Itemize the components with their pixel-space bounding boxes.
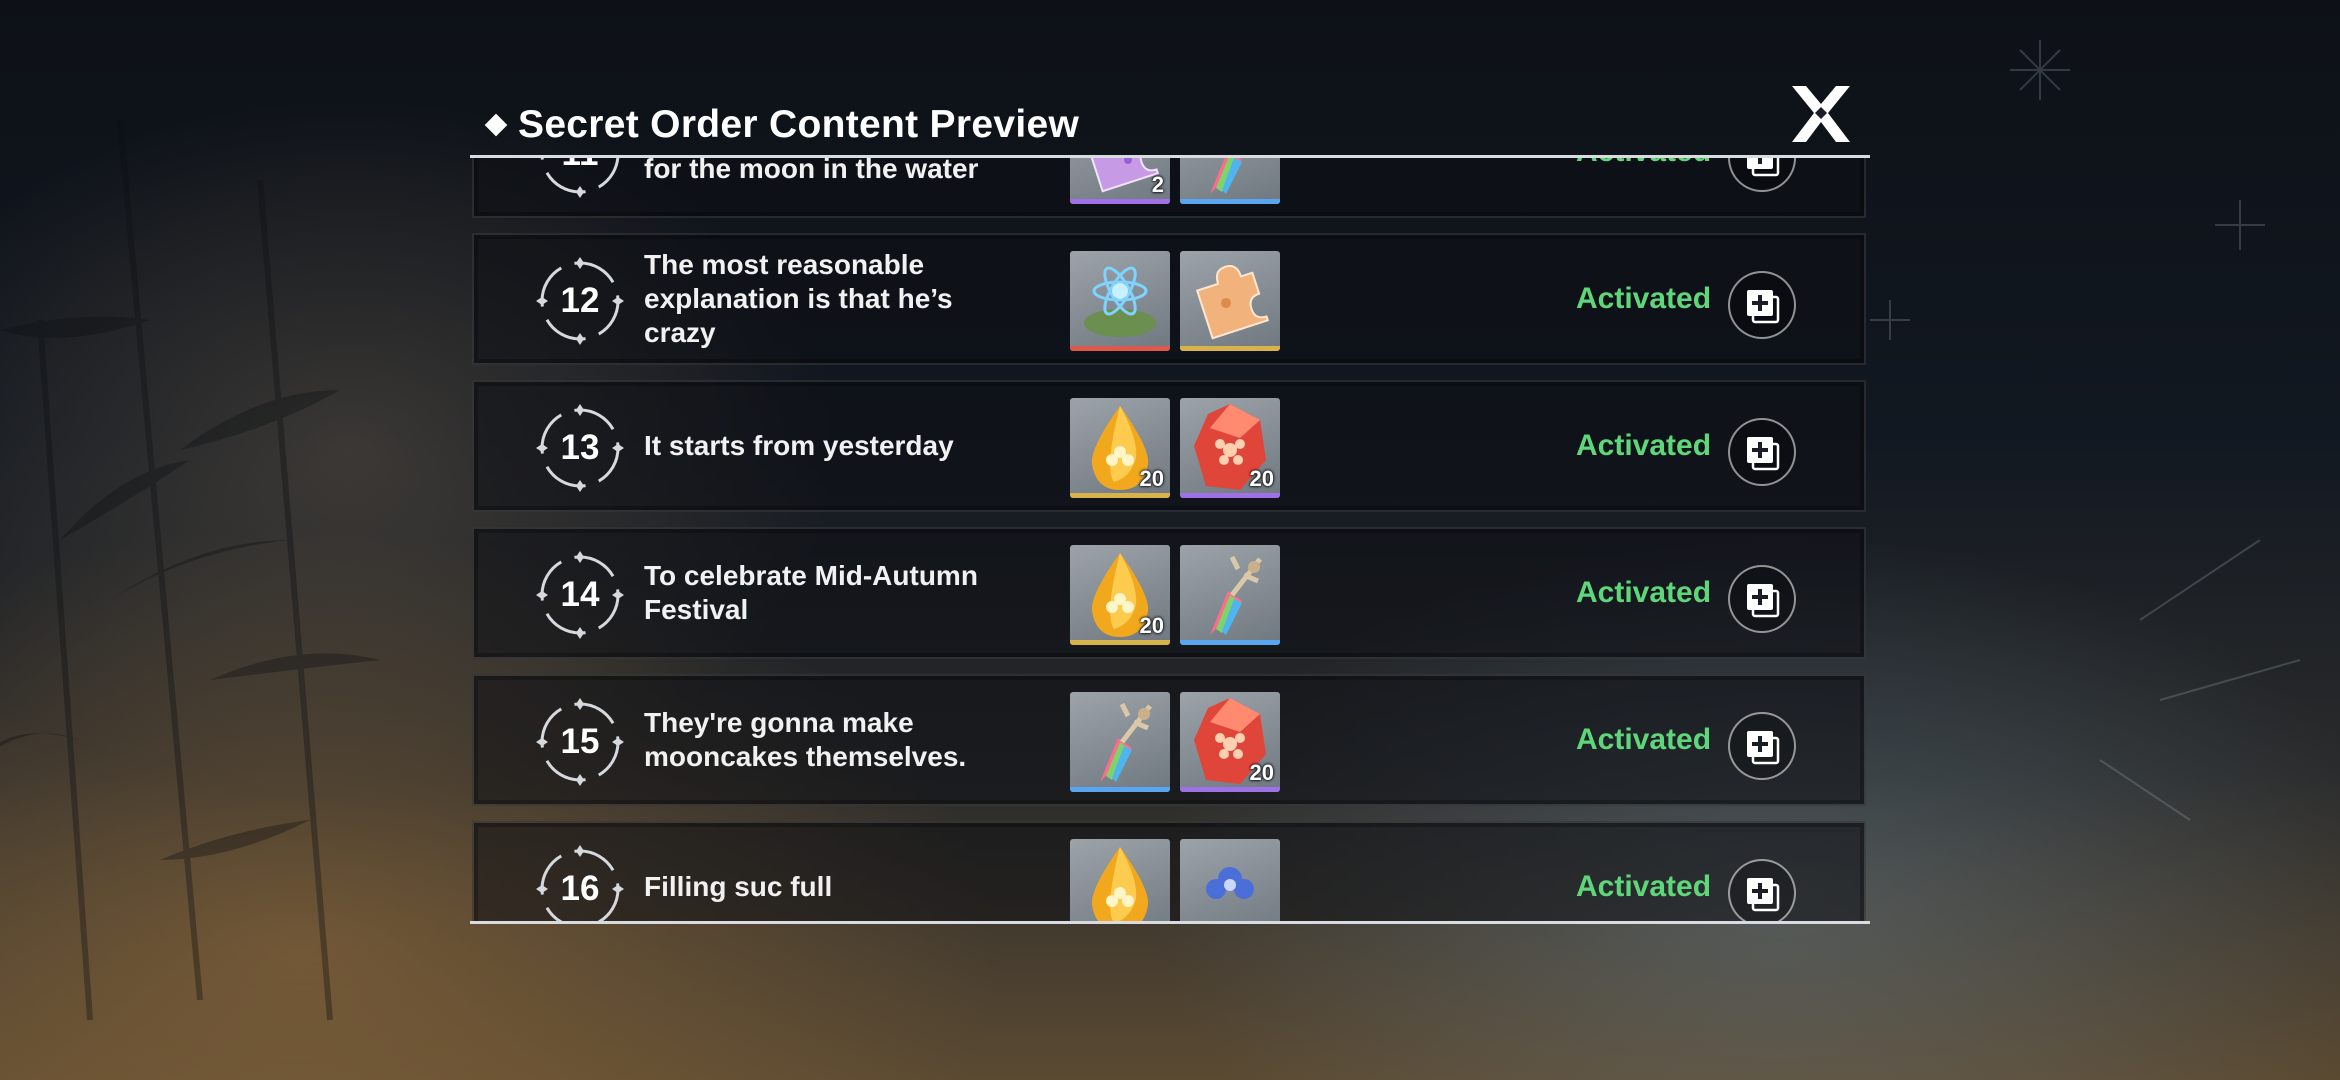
reward-item[interactable] <box>1180 158 1280 204</box>
reward-item[interactable] <box>1180 545 1280 645</box>
add-button[interactable] <box>1728 565 1796 633</box>
order-title: Filling suc full <box>644 823 1034 921</box>
add-stack-icon <box>1747 584 1780 618</box>
add-button[interactable] <box>1728 712 1796 780</box>
reward-item[interactable] <box>1180 251 1280 351</box>
close-button[interactable] <box>1786 80 1856 150</box>
diamond-bullet-icon <box>484 113 508 137</box>
secret-order-panel: Secret Order Content Preview 11 Watch the… <box>470 80 1870 930</box>
add-stack-icon <box>1747 878 1780 912</box>
add-button[interactable] <box>1728 158 1796 192</box>
order-row-12: 12 The most reasonable explanation is that… <box>472 233 1866 365</box>
reward-count: 2 <box>1151 172 1164 197</box>
order-row-14: 14 To celebrate Mid-Autumn Festival 20 Activ… <box>472 527 1866 659</box>
order-row-16: 16 Filling suc full Activated <box>472 821 1866 921</box>
add-stack-icon <box>1747 158 1780 177</box>
order-number-badge: 13 <box>534 402 626 494</box>
blue-flower-icon <box>1206 867 1254 899</box>
add-button[interactable] <box>1728 271 1796 339</box>
order-title-line: To celebrate Mid-Autumn <box>644 560 978 591</box>
rarity-bar <box>1070 787 1170 792</box>
reward-count: 20 <box>1249 466 1274 491</box>
order-title-line: Filling suc full <box>644 871 833 902</box>
order-number-badge: 15 <box>534 696 626 788</box>
order-list[interactable]: 11 Watch the person fishingfor the moon i… <box>470 158 1870 921</box>
rarity-bar <box>1180 199 1280 204</box>
order-title-line: Festival <box>644 594 749 625</box>
order-row-11: 11 Watch the person fishingfor the moon i… <box>472 158 1866 218</box>
order-number-badge: 12 <box>534 255 626 347</box>
status-label: Activated <box>1576 158 1711 216</box>
rainbow-crystal-sword-icon <box>1210 158 1242 194</box>
status-label: Activated <box>1576 282 1712 315</box>
order-number: 12 <box>560 281 600 320</box>
rarity-bar <box>1180 787 1280 792</box>
order-number-badge: 16 <box>534 843 626 921</box>
rarity-bar <box>1070 640 1170 645</box>
status-label: Activated <box>1576 429 1712 462</box>
order-title-line: for the moon in the water <box>644 158 979 184</box>
status-label: Activated <box>1576 870 1712 903</box>
reward-item[interactable] <box>1180 839 1280 921</box>
rarity-bar <box>1180 346 1280 351</box>
order-number: 14 <box>560 575 600 614</box>
reward-item[interactable] <box>1070 839 1170 921</box>
reward-item[interactable] <box>1070 692 1170 792</box>
rarity-bar <box>1180 493 1280 498</box>
rarity-bar <box>1070 199 1170 204</box>
order-number: 15 <box>560 722 600 761</box>
order-number-badge: 11 <box>534 158 626 200</box>
order-title: They're gonna make mooncakes themselves. <box>644 676 1034 804</box>
footer-divider <box>470 921 1870 924</box>
reward-item[interactable]: 20 <box>1180 398 1280 498</box>
reward-item[interactable] <box>1070 251 1170 351</box>
order-number: 11 <box>534 158 626 200</box>
order-title: To celebrate Mid-Autumn Festival <box>644 529 1034 657</box>
reward-item[interactable]: 20 <box>1070 545 1170 645</box>
order-title-line: It starts from yesterday <box>644 430 954 461</box>
reward-item[interactable]: 20 <box>1070 398 1170 498</box>
reward-item[interactable]: 2 <box>1070 158 1170 204</box>
rarity-bar <box>1070 346 1170 351</box>
add-stack-icon <box>1747 437 1780 471</box>
rainbow-crystal-sword-icon <box>1100 702 1152 782</box>
x-close-icon <box>1792 86 1850 142</box>
rarity-bar <box>1070 493 1170 498</box>
order-title: The most reasonable explanation is that h… <box>644 235 1034 363</box>
rarity-bar <box>1180 640 1280 645</box>
order-row-13: 13 It starts from yesterday 20 20 Activated <box>472 380 1866 512</box>
add-stack-icon <box>1747 290 1780 324</box>
order-title: It starts from yesterday <box>644 382 1034 510</box>
rainbow-crystal-sword-icon <box>1210 555 1262 635</box>
gold-drop-icon <box>1091 847 1149 921</box>
order-number: 16 <box>560 869 600 908</box>
order-title-line: They're gonna make <box>644 707 914 738</box>
status-label: Activated <box>1576 576 1712 609</box>
atom-wreath-icon <box>1084 266 1156 337</box>
order-title-line: explanation is that he’s <box>644 283 953 314</box>
add-stack-icon <box>1747 731 1780 765</box>
add-button[interactable] <box>1728 418 1796 486</box>
add-button[interactable] <box>1728 859 1796 921</box>
reward-count: 20 <box>1249 760 1274 785</box>
orange-puzzle-piece-icon <box>1195 265 1270 340</box>
reward-count: 20 <box>1139 613 1164 638</box>
reward-item[interactable]: 20 <box>1180 692 1280 792</box>
order-title-line: crazy <box>644 317 716 348</box>
order-title-line: The most reasonable <box>644 249 925 280</box>
order-title: Watch the person fishingfor the moon in … <box>644 158 1034 216</box>
order-title-line: mooncakes themselves. <box>644 741 967 772</box>
reward-count: 20 <box>1139 466 1164 491</box>
panel-title: Secret Order Content Preview <box>518 103 1080 146</box>
status-label: Activated <box>1576 723 1712 756</box>
order-number-badge: 14 <box>534 549 626 641</box>
order-number: 13 <box>560 428 600 467</box>
order-row-15: 15 They're gonna make mooncakes themselves… <box>472 674 1866 806</box>
panel-header: Secret Order Content Preview <box>484 100 1080 150</box>
